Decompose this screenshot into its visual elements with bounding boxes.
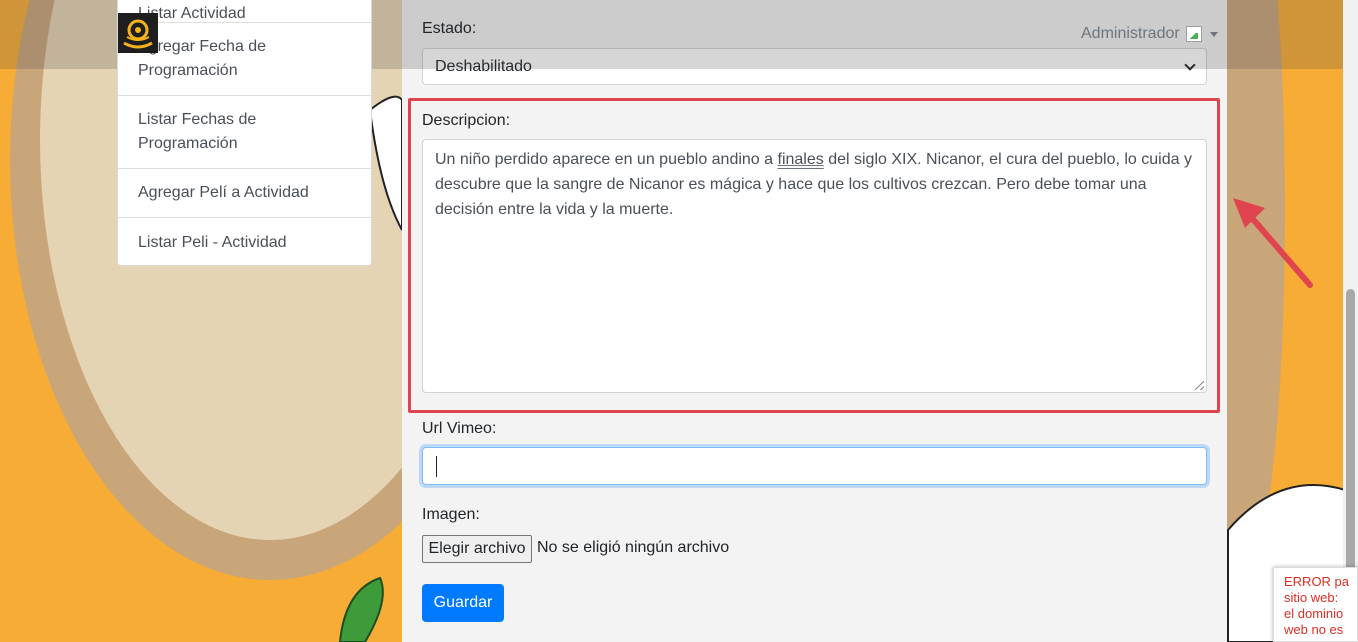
- url-vimeo-input[interactable]: [422, 447, 1207, 485]
- recaptcha-error-line: sitio web:: [1284, 590, 1339, 605]
- resize-handle-icon[interactable]: [1195, 381, 1204, 390]
- user-dropdown[interactable]: Administrador: [1081, 25, 1218, 43]
- recaptcha-error-line: web no es: [1284, 622, 1344, 637]
- scrollbar-thumb[interactable]: [1346, 289, 1355, 579]
- descripcion-textarea[interactable]: Un niño perdido aparece en un pueblo and…: [422, 139, 1207, 393]
- imagen-label: Imagen:: [422, 506, 480, 523]
- sun-spiral-logo-icon: [123, 19, 153, 49]
- menu-item-agregar-peli[interactable]: Agregar Pelí a Actividad: [118, 169, 371, 218]
- chevron-down-icon: [1209, 31, 1218, 37]
- descripcion-spellcheck-word: finales: [777, 151, 824, 168]
- menu-item-listar-fechas[interactable]: Listar Fechas de Programación: [118, 96, 371, 169]
- menu-item-listar-peli[interactable]: Listar Peli - Actividad: [118, 218, 371, 265]
- menu-item-label: Agregar Pelí a Actividad: [138, 184, 309, 201]
- recaptcha-error-line: el dominio: [1284, 606, 1344, 621]
- save-button[interactable]: Guardar: [422, 584, 504, 622]
- menu-item-label: Listar Fechas de Programación: [138, 111, 257, 152]
- menu-item-label: Listar Peli - Actividad: [138, 233, 287, 251]
- file-status-text: No se eligió ningún archivo: [537, 539, 730, 556]
- menu-item-label: Agregar Fecha de Programación: [138, 38, 267, 79]
- annotation-arrow-icon: [1233, 198, 1313, 288]
- app-logo[interactable]: [118, 13, 158, 53]
- user-label[interactable]: Administrador: [1081, 25, 1180, 43]
- recaptcha-error-line: ERROR pa: [1284, 574, 1350, 589]
- recaptcha-error-badge: ERROR pa sitio web: el dominio web no es: [1273, 567, 1358, 642]
- user-avatar-icon: [1185, 26, 1202, 42]
- estado-label: Estado:: [422, 20, 477, 37]
- text-cursor: [436, 456, 437, 477]
- url-vimeo-label: Url Vimeo:: [422, 420, 497, 437]
- descripcion-label: Descripcion:: [422, 112, 511, 129]
- descripcion-text-start: Un niño perdido aparece en un pueblo and…: [435, 151, 778, 168]
- page-scrollbar[interactable]: [1343, 0, 1358, 642]
- choose-file-button[interactable]: Elegir archivo: [422, 535, 532, 563]
